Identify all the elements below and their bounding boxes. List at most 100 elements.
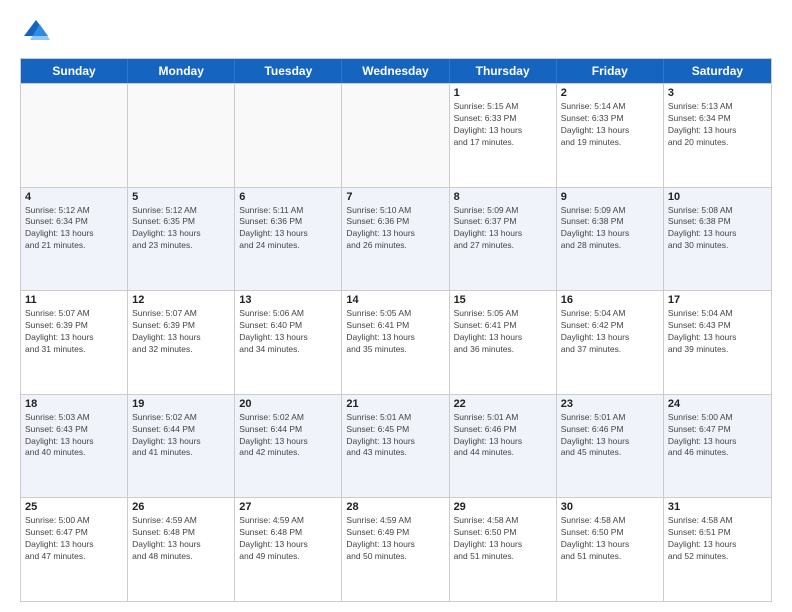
day-number: 23 [561, 398, 659, 410]
day-info: Sunrise: 5:14 AM Sunset: 6:33 PM Dayligh… [561, 101, 659, 149]
day-info: Sunrise: 5:09 AM Sunset: 6:37 PM Dayligh… [454, 205, 552, 253]
day-info: Sunrise: 5:03 AM Sunset: 6:43 PM Dayligh… [25, 412, 123, 460]
weekday-header-sunday: Sunday [21, 59, 128, 83]
day-number: 18 [25, 398, 123, 410]
day-info: Sunrise: 5:04 AM Sunset: 6:43 PM Dayligh… [668, 308, 767, 356]
day-cell-17: 17Sunrise: 5:04 AM Sunset: 6:43 PM Dayli… [664, 291, 771, 394]
calendar-body: 1 Sunrise: 5:15 AM Sunset: 6:33 PM Daylig… [21, 83, 771, 601]
day-cell-3: 3 Sunrise: 5:13 AM Sunset: 6:34 PM Daylig… [664, 84, 771, 187]
day-cell-22: 22Sunrise: 5:01 AM Sunset: 6:46 PM Dayli… [450, 395, 557, 498]
day-info: Sunrise: 5:11 AM Sunset: 6:36 PM Dayligh… [239, 205, 337, 253]
day-info: Sunrise: 5:05 AM Sunset: 6:41 PM Dayligh… [346, 308, 444, 356]
day-cell-28: 28 Sunrise: 4:59 AM Sunset: 6:49 PM Dayli… [342, 498, 449, 601]
day-number: 28 [346, 501, 444, 513]
day-info: Sunrise: 5:01 AM Sunset: 6:45 PM Dayligh… [346, 412, 444, 460]
calendar-row-4: 18 Sunrise: 5:03 AM Sunset: 6:43 PM Dayli… [21, 394, 771, 498]
weekday-header-monday: Monday [128, 59, 235, 83]
day-cell-29: 29 Sunrise: 4:58 AM Sunset: 6:50 PM Dayli… [450, 498, 557, 601]
day-number: 30 [561, 501, 659, 513]
empty-cell-0-3 [342, 84, 449, 187]
day-cell-16: 16Sunrise: 5:04 AM Sunset: 6:42 PM Dayli… [557, 291, 664, 394]
day-number: 29 [454, 501, 552, 513]
day-info: Sunrise: 4:58 AM Sunset: 6:51 PM Dayligh… [668, 515, 767, 563]
empty-cell-0-2 [235, 84, 342, 187]
day-number: 27 [239, 501, 337, 513]
day-number: 3 [668, 87, 767, 99]
day-info: Sunrise: 4:59 AM Sunset: 6:49 PM Dayligh… [346, 515, 444, 563]
calendar-row-5: 25 Sunrise: 5:00 AM Sunset: 6:47 PM Dayli… [21, 497, 771, 601]
calendar-row-2: 4 Sunrise: 5:12 AM Sunset: 6:34 PM Daylig… [21, 187, 771, 291]
day-cell-24: 24Sunrise: 5:00 AM Sunset: 6:47 PM Dayli… [664, 395, 771, 498]
calendar: SundayMondayTuesdayWednesdayThursdayFrid… [20, 58, 772, 602]
day-cell-23: 23 Sunrise: 5:01 AM Sunset: 6:46 PM Dayli… [557, 395, 664, 498]
day-info: Sunrise: 5:01 AM Sunset: 6:46 PM Dayligh… [561, 412, 659, 460]
day-number: 6 [239, 191, 337, 203]
day-number: 10 [668, 191, 767, 203]
weekday-header-thursday: Thursday [450, 59, 557, 83]
day-cell-25: 25 Sunrise: 5:00 AM Sunset: 6:47 PM Dayli… [21, 498, 128, 601]
day-cell-10: 10Sunrise: 5:08 AM Sunset: 6:38 PM Dayli… [664, 188, 771, 291]
day-number: 2 [561, 87, 659, 99]
day-info: Sunrise: 4:58 AM Sunset: 6:50 PM Dayligh… [454, 515, 552, 563]
day-number: 11 [25, 294, 123, 306]
day-info: Sunrise: 4:59 AM Sunset: 6:48 PM Dayligh… [239, 515, 337, 563]
day-number: 15 [454, 294, 552, 306]
day-number: 14 [346, 294, 444, 306]
day-cell-19: 19Sunrise: 5:02 AM Sunset: 6:44 PM Dayli… [128, 395, 235, 498]
day-cell-9: 9 Sunrise: 5:09 AM Sunset: 6:38 PM Daylig… [557, 188, 664, 291]
empty-cell-0-1 [128, 84, 235, 187]
logo [20, 16, 56, 48]
day-cell-11: 11Sunrise: 5:07 AM Sunset: 6:39 PM Dayli… [21, 291, 128, 394]
day-info: Sunrise: 5:04 AM Sunset: 6:42 PM Dayligh… [561, 308, 659, 356]
day-cell-15: 15 Sunrise: 5:05 AM Sunset: 6:41 PM Dayli… [450, 291, 557, 394]
day-info: Sunrise: 4:59 AM Sunset: 6:48 PM Dayligh… [132, 515, 230, 563]
day-info: Sunrise: 5:09 AM Sunset: 6:38 PM Dayligh… [561, 205, 659, 253]
day-cell-21: 21Sunrise: 5:01 AM Sunset: 6:45 PM Dayli… [342, 395, 449, 498]
calendar-row-1: 1 Sunrise: 5:15 AM Sunset: 6:33 PM Daylig… [21, 83, 771, 187]
day-cell-7: 7 Sunrise: 5:10 AM Sunset: 6:36 PM Daylig… [342, 188, 449, 291]
day-cell-26: 26 Sunrise: 4:59 AM Sunset: 6:48 PM Dayli… [128, 498, 235, 601]
day-number: 25 [25, 501, 123, 513]
day-info: Sunrise: 5:10 AM Sunset: 6:36 PM Dayligh… [346, 205, 444, 253]
day-info: Sunrise: 5:00 AM Sunset: 6:47 PM Dayligh… [25, 515, 123, 563]
day-number: 26 [132, 501, 230, 513]
day-cell-20: 20 Sunrise: 5:02 AM Sunset: 6:44 PM Dayli… [235, 395, 342, 498]
day-info: Sunrise: 5:12 AM Sunset: 6:34 PM Dayligh… [25, 205, 123, 253]
day-cell-5: 5 Sunrise: 5:12 AM Sunset: 6:35 PM Daylig… [128, 188, 235, 291]
day-number: 12 [132, 294, 230, 306]
day-cell-2: 2 Sunrise: 5:14 AM Sunset: 6:33 PM Daylig… [557, 84, 664, 187]
day-number: 22 [454, 398, 552, 410]
day-cell-6: 6 Sunrise: 5:11 AM Sunset: 6:36 PM Daylig… [235, 188, 342, 291]
weekday-header-saturday: Saturday [664, 59, 771, 83]
header [20, 16, 772, 48]
page: SundayMondayTuesdayWednesdayThursdayFrid… [0, 0, 792, 612]
day-info: Sunrise: 5:05 AM Sunset: 6:41 PM Dayligh… [454, 308, 552, 356]
day-info: Sunrise: 5:15 AM Sunset: 6:33 PM Dayligh… [454, 101, 552, 149]
calendar-header: SundayMondayTuesdayWednesdayThursdayFrid… [21, 59, 771, 83]
day-info: Sunrise: 5:06 AM Sunset: 6:40 PM Dayligh… [239, 308, 337, 356]
day-number: 9 [561, 191, 659, 203]
day-number: 1 [454, 87, 552, 99]
day-cell-8: 8Sunrise: 5:09 AM Sunset: 6:37 PM Daylig… [450, 188, 557, 291]
day-number: 19 [132, 398, 230, 410]
day-number: 5 [132, 191, 230, 203]
day-cell-31: 31Sunrise: 4:58 AM Sunset: 6:51 PM Dayli… [664, 498, 771, 601]
day-info: Sunrise: 5:12 AM Sunset: 6:35 PM Dayligh… [132, 205, 230, 253]
weekday-header-friday: Friday [557, 59, 664, 83]
day-cell-1: 1 Sunrise: 5:15 AM Sunset: 6:33 PM Daylig… [450, 84, 557, 187]
day-info: Sunrise: 5:13 AM Sunset: 6:34 PM Dayligh… [668, 101, 767, 149]
logo-icon [20, 16, 52, 48]
day-number: 20 [239, 398, 337, 410]
day-number: 13 [239, 294, 337, 306]
weekday-header-wednesday: Wednesday [342, 59, 449, 83]
day-number: 7 [346, 191, 444, 203]
day-cell-27: 27 Sunrise: 4:59 AM Sunset: 6:48 PM Dayli… [235, 498, 342, 601]
day-number: 4 [25, 191, 123, 203]
weekday-header-tuesday: Tuesday [235, 59, 342, 83]
day-info: Sunrise: 5:07 AM Sunset: 6:39 PM Dayligh… [132, 308, 230, 356]
day-cell-4: 4 Sunrise: 5:12 AM Sunset: 6:34 PM Daylig… [21, 188, 128, 291]
calendar-row-3: 11 Sunrise: 5:07 AM Sunset: 6:39 PM Dayli… [21, 290, 771, 394]
day-cell-14: 14 Sunrise: 5:05 AM Sunset: 6:41 PM Dayli… [342, 291, 449, 394]
day-info: Sunrise: 5:02 AM Sunset: 6:44 PM Dayligh… [239, 412, 337, 460]
day-number: 24 [668, 398, 767, 410]
